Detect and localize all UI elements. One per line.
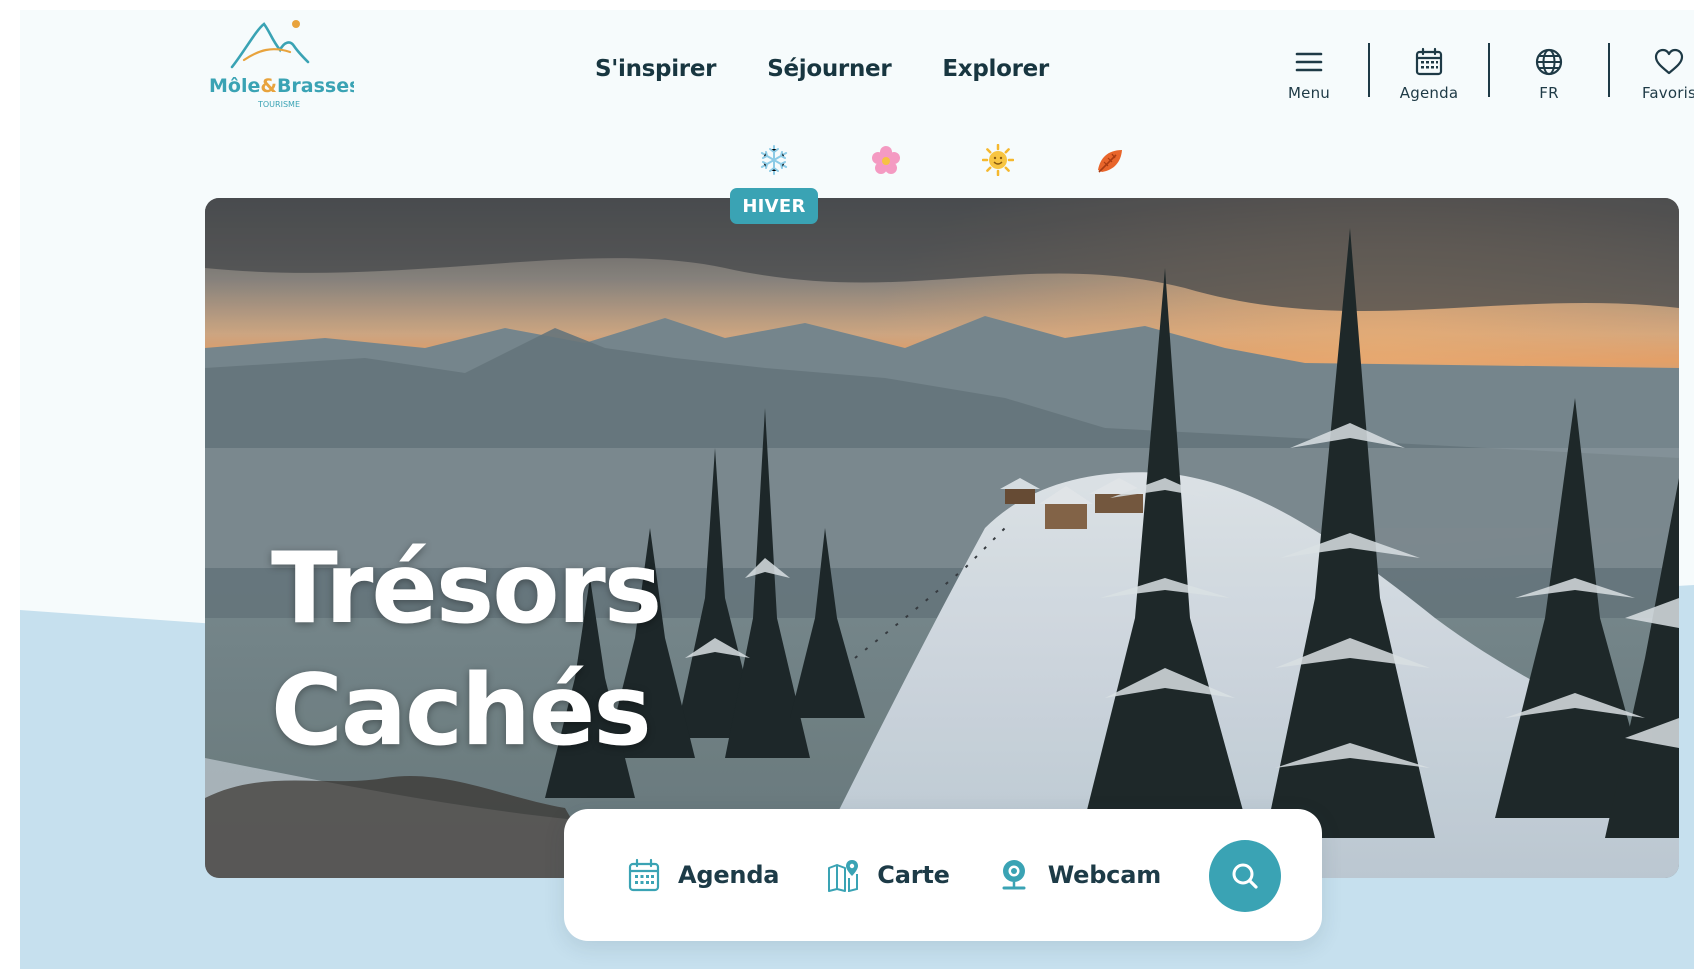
search-icon xyxy=(1232,863,1258,889)
utility-nav: Menu Agenda FR Favoris xyxy=(1250,32,1694,102)
nav-sejourner[interactable]: Séjourner xyxy=(767,56,891,82)
season-summer[interactable] xyxy=(982,144,1014,176)
quick-map-link[interactable]: Carte xyxy=(827,858,950,892)
sun-icon xyxy=(982,144,1014,176)
autumn-leaf-icon xyxy=(1098,150,1122,173)
main-nav: S'inspirer Séjourner Explorer xyxy=(595,56,1049,82)
logo-mountain-icon: Môle&Brasses TOURISME xyxy=(209,20,360,109)
season-autumn[interactable] xyxy=(1094,144,1126,176)
season-winter[interactable] xyxy=(758,144,790,176)
quick-agenda-label: Agenda xyxy=(678,861,780,889)
quick-agenda-link[interactable]: Agenda xyxy=(628,858,779,892)
webcam-icon xyxy=(1002,860,1026,890)
season-selector xyxy=(758,144,1126,176)
flower-icon xyxy=(872,146,900,174)
language-button[interactable]: FR xyxy=(1490,32,1608,102)
map-pin-icon xyxy=(828,860,859,892)
hero-banner: Trésors Cachés xyxy=(205,198,1679,878)
quick-webcam-label: Webcam xyxy=(1047,861,1162,889)
heart-icon xyxy=(1654,48,1684,75)
snowflake-icon xyxy=(760,145,788,175)
agenda-button[interactable]: Agenda xyxy=(1370,32,1488,102)
hero-title: Trésors Cachés xyxy=(271,528,662,772)
agenda-label: Agenda xyxy=(1399,84,1459,102)
menu-label: Menu xyxy=(1288,84,1330,102)
hamburger-icon xyxy=(1295,52,1323,72)
active-season-badge: HIVER xyxy=(730,188,818,224)
page: Môle&Brasses TOURISME S'inspirer Séjourn… xyxy=(20,10,1694,969)
language-label: FR xyxy=(1539,84,1559,102)
calendar-icon xyxy=(628,858,660,892)
search-button[interactable] xyxy=(1209,840,1281,912)
globe-icon xyxy=(1535,48,1563,76)
quick-map-label: Carte xyxy=(877,861,950,889)
nav-sinspirer[interactable]: S'inspirer xyxy=(595,56,716,82)
calendar-icon xyxy=(1415,47,1443,76)
nav-explorer[interactable]: Explorer xyxy=(942,56,1049,82)
site-logo[interactable]: Môle&Brasses TOURISME xyxy=(204,12,360,112)
quick-access-bar: Agenda Carte Webcam xyxy=(564,809,1322,941)
hero-title-line-1: Trésors xyxy=(271,532,662,646)
logo-tagline: TOURISME xyxy=(257,100,300,109)
favorites-button[interactable]: Favoris xyxy=(1610,32,1694,102)
menu-button[interactable]: Menu xyxy=(1250,32,1368,102)
favorites-label: Favoris xyxy=(1641,84,1694,102)
season-spring[interactable] xyxy=(870,144,902,176)
hero-title-line-2: Cachés xyxy=(271,654,652,768)
svg-text:Môle&Brasses: Môle&Brasses xyxy=(209,75,354,97)
quick-webcam-link[interactable]: Webcam xyxy=(998,858,1161,892)
